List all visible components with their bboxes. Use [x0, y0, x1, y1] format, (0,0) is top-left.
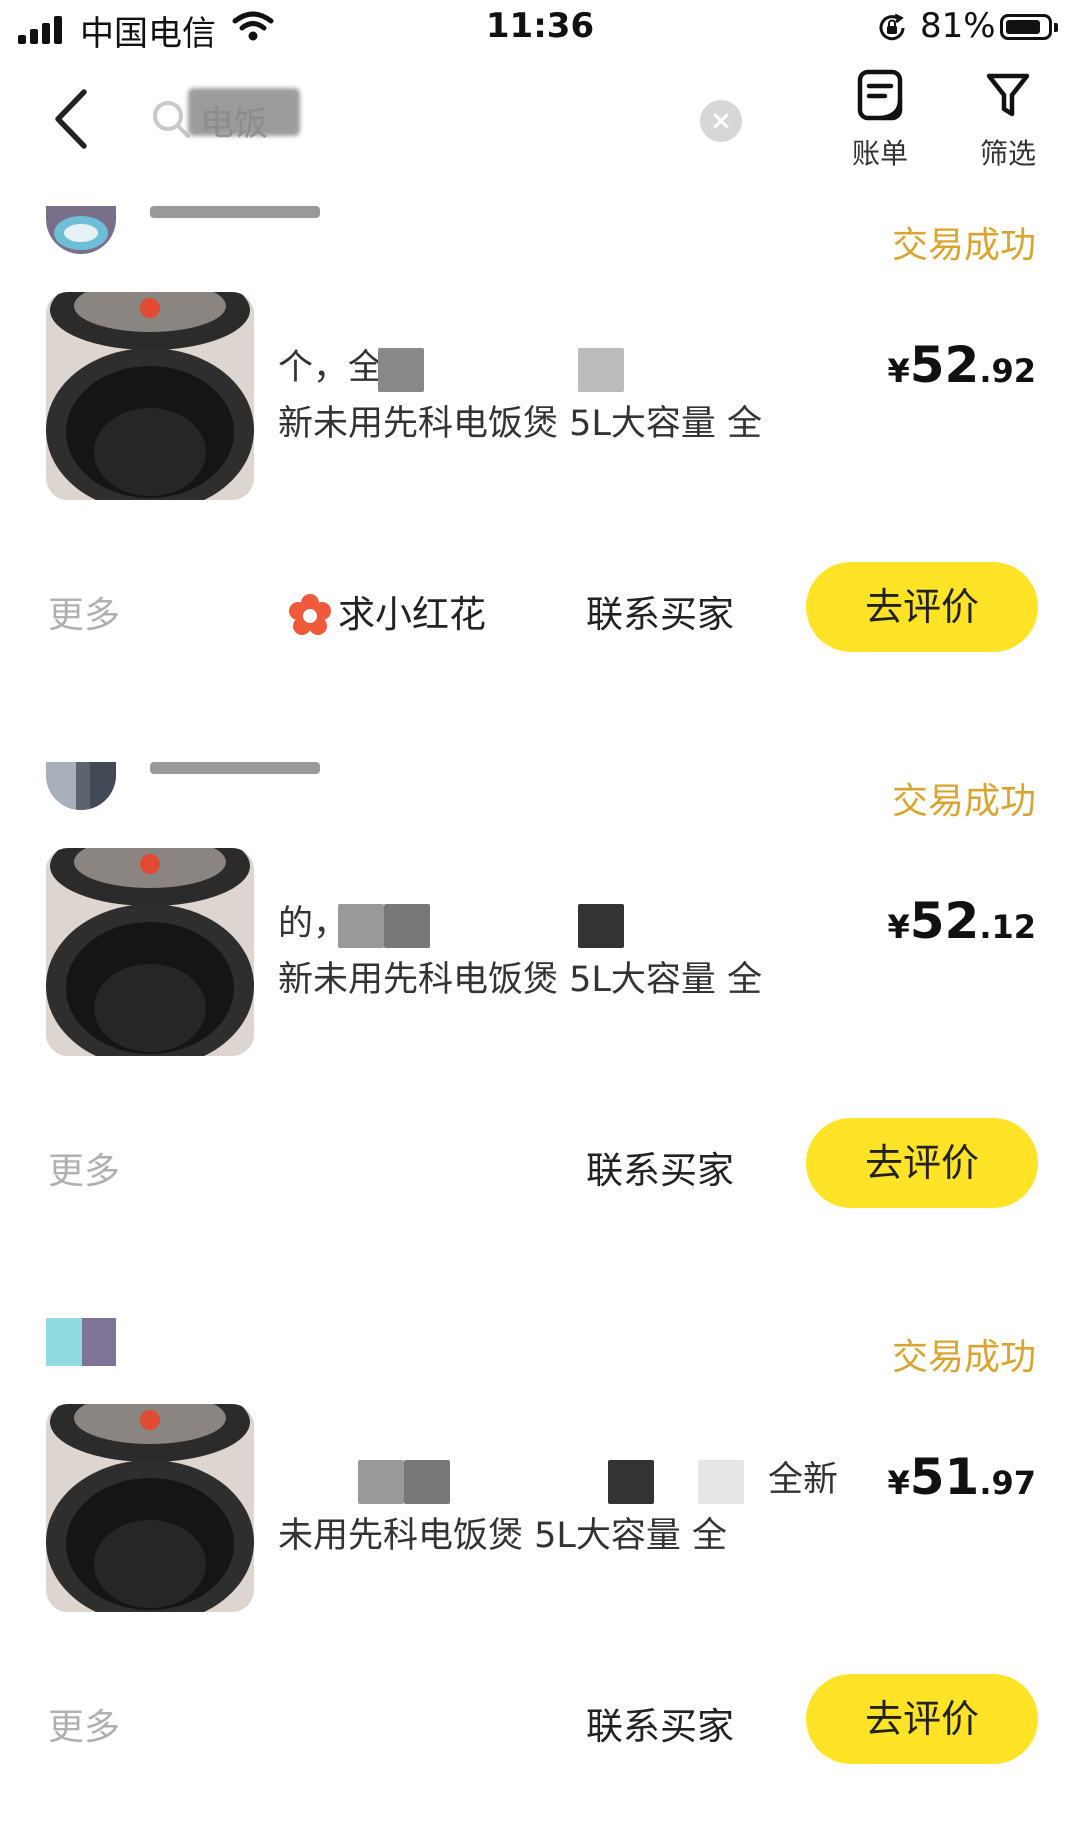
order-status: 交易成功	[891, 1337, 1036, 1378]
seller-name-redacted	[150, 762, 320, 774]
product-title-line1: 个，全	[278, 348, 384, 388]
bill-icon	[857, 69, 903, 121]
product-title-line2: 未用先科电饭煲 5L大容量 全	[278, 1516, 728, 1556]
search-icon	[150, 98, 192, 144]
more-button[interactable]: 更多	[48, 586, 120, 638]
clear-search-button[interactable]: ×	[700, 100, 742, 142]
request-flower-button[interactable]: 求小红花	[338, 584, 486, 638]
chevron-left-icon	[55, 89, 87, 149]
product-thumbnail[interactable]	[46, 848, 254, 1056]
more-button[interactable]: 更多	[48, 1698, 120, 1750]
title-redaction	[608, 1460, 654, 1504]
status-bar: 中国电信 11:36 81%	[0, 0, 1080, 60]
status-time: 11:36	[485, 6, 595, 46]
bill-label: 账单	[851, 137, 908, 170]
product-thumbnail[interactable]	[46, 292, 254, 500]
seller-avatar	[46, 762, 116, 810]
order-price: ¥52.12	[887, 892, 1036, 950]
product-title[interactable]: 个，全 新未用先科电饭煲 5L大容量 全	[278, 340, 848, 452]
product-title[interactable]: 的，全 新未用先科电饭煲 5L大容量 全	[278, 896, 848, 1008]
title-redaction	[698, 1460, 744, 1504]
seller-avatar	[46, 206, 116, 254]
rotation-lock-icon	[876, 12, 908, 48]
title-redaction	[578, 904, 624, 948]
title-redaction	[578, 348, 624, 392]
review-button[interactable]: 去评价	[806, 1674, 1038, 1764]
title-redaction	[378, 348, 424, 392]
order-status: 交易成功	[891, 781, 1036, 822]
title-redaction	[358, 1460, 404, 1504]
battery-percentage: 81%	[920, 6, 996, 46]
product-title-line2: 新未用先科电饭煲 5L大容量 全	[278, 960, 763, 1000]
title-redaction	[404, 1460, 450, 1504]
flower-icon	[288, 594, 332, 642]
seller-avatar	[46, 1318, 116, 1366]
close-icon: ×	[710, 106, 732, 136]
title-redaction	[384, 904, 430, 948]
product-thumbnail[interactable]	[46, 1404, 254, 1612]
seller-name-redacted	[150, 206, 320, 218]
product-title[interactable]: 全新 未用先科电饭煲 5L大容量 全	[278, 1452, 838, 1564]
title-redaction	[338, 904, 384, 948]
search-redaction	[188, 88, 300, 136]
filter-icon	[986, 73, 1030, 117]
product-title-line2: 新未用先科电饭煲 5L大容量 全	[278, 404, 763, 444]
filter-label: 筛选	[979, 137, 1036, 170]
order-card[interactable]: 交易成功 全新 未用先科电饭煲 5L大容量 全 ¥51.97 更多 联系买家 去…	[0, 1318, 1080, 1814]
contact-buyer-button[interactable]: 联系买家	[586, 1140, 734, 1194]
order-status: 交易成功	[891, 225, 1036, 266]
more-button[interactable]: 更多	[48, 1142, 120, 1194]
bill-button[interactable]: 账单	[830, 68, 930, 172]
order-price: ¥52.92	[887, 336, 1036, 394]
order-card[interactable]: 交易成功 个，全 新未用先科电饭煲 5L大容量 全 ¥52.92 更多 求小红花	[0, 206, 1080, 702]
order-card[interactable]: 交易成功 的，全 新未用先科电饭煲 5L大容量 全 ¥52.12 更多 联系买家…	[0, 762, 1080, 1258]
filter-button[interactable]: 筛选	[958, 68, 1058, 172]
contact-buyer-button[interactable]: 联系买家	[586, 1696, 734, 1750]
battery-icon	[1000, 14, 1058, 40]
order-price: ¥51.97	[887, 1448, 1036, 1506]
contact-buyer-button[interactable]: 联系买家	[586, 584, 734, 638]
review-button[interactable]: 去评价	[806, 1118, 1038, 1208]
review-button[interactable]: 去评价	[806, 562, 1038, 652]
back-button[interactable]	[48, 86, 98, 152]
